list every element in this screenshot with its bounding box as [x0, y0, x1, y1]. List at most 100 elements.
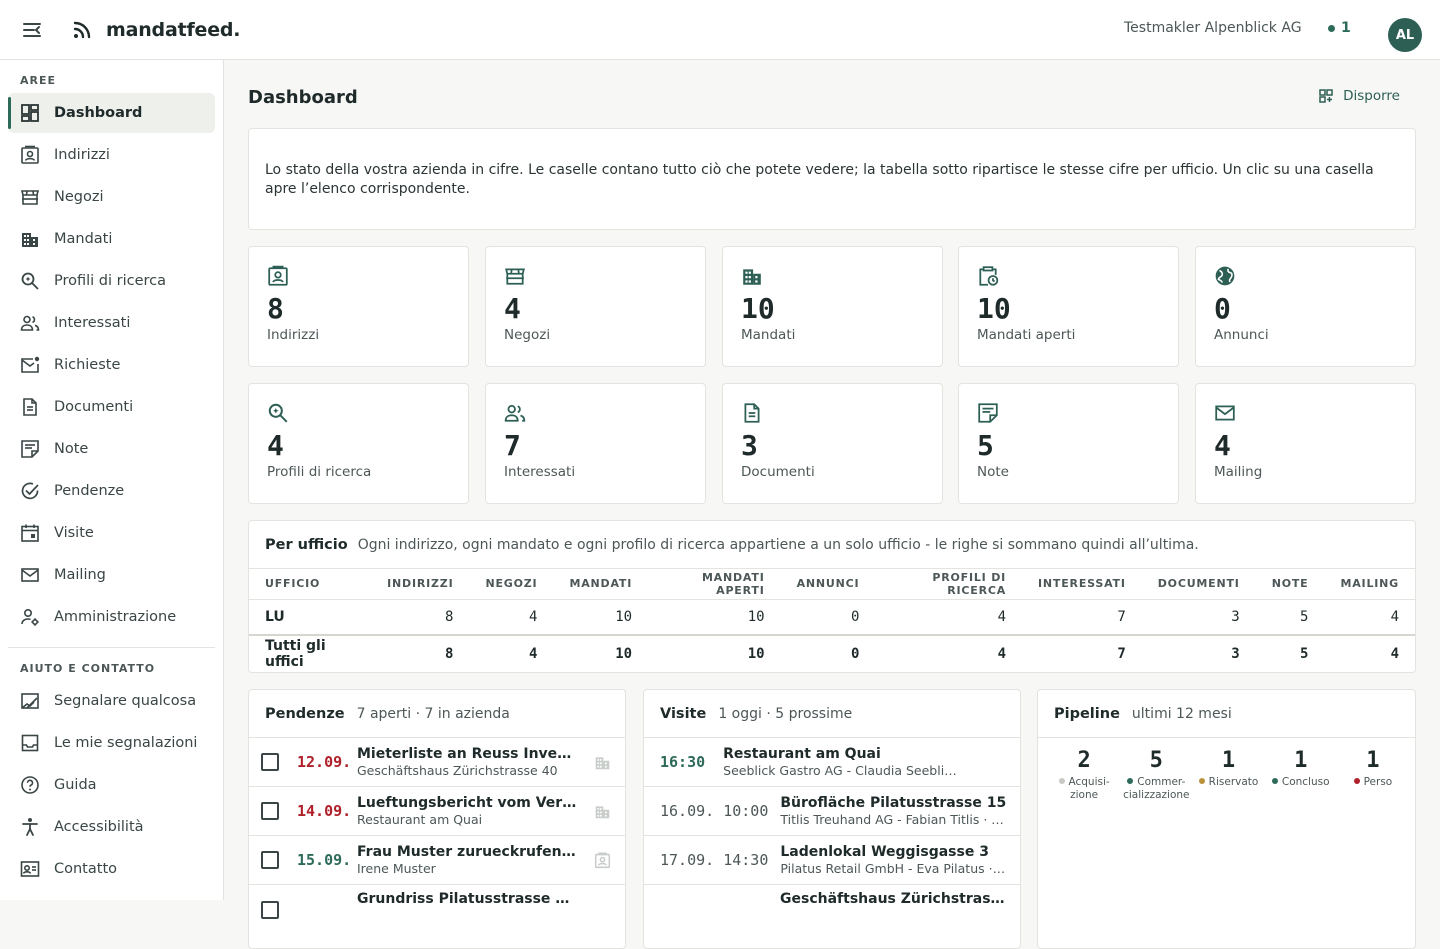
tile-label: Mailing — [1214, 464, 1263, 480]
task-subtitle: Irene Muster — [357, 861, 436, 876]
store-icon — [20, 190, 40, 205]
list-item[interactable]: 16:30 Restaurant am Quai Seeblick Gastro… — [644, 738, 1020, 787]
tile-value: 0 — [1214, 292, 1231, 325]
stage-dot-icon — [1353, 778, 1360, 784]
sidebar-item-richieste[interactable]: Richieste — [8, 345, 215, 385]
sidebar-item-amministrazione[interactable]: Amministrazione — [8, 597, 215, 637]
column-header: PROFILI DI RICERCA — [875, 569, 1023, 600]
tasks-card: Pendenze 7 aperti · 7 in azienda 12.09. … — [248, 689, 626, 949]
page-title: Dashboard — [248, 87, 358, 108]
sidebar-item-accessibilita[interactable]: Accessibilità — [8, 807, 215, 847]
table-cell: 7 — [1022, 599, 1142, 636]
mail-icon — [1215, 405, 1235, 421]
sidebar-item-interessati[interactable]: Interessati — [8, 303, 215, 343]
pipeline-stage[interactable]: 1 Concluso — [1265, 748, 1337, 802]
pipeline-stage[interactable]: 1 Perso — [1337, 748, 1409, 802]
table-cell: Tutti gli uffici — [265, 637, 326, 670]
list-item[interactable]: Geschäftshaus Zürichstrasse 40 — [644, 885, 1020, 934]
sidebar-item-note[interactable]: Note — [8, 429, 215, 469]
sidebar-item-visite[interactable]: Visite — [8, 513, 215, 553]
tile-value: 3 — [741, 429, 758, 462]
tile-interessati[interactable]: 7 Interessati — [485, 383, 706, 504]
task-checkbox[interactable] — [261, 851, 279, 869]
list-item[interactable]: Grundriss Pilatusstrasse mit... — [249, 885, 625, 934]
menu-toggle-button[interactable] — [20, 18, 44, 42]
sidebar-item-le-mie-segnalazioni[interactable]: Le mie segnalazioni — [8, 723, 215, 763]
sidebar-section-help: AIUTO E CONTATTO — [20, 662, 156, 675]
list-item[interactable]: 12.09. Mieterliste an Reuss Investm... G… — [249, 738, 625, 787]
sidebar-item-segnalare[interactable]: Segnalare qualcosa — [8, 681, 215, 721]
pipeline-stage[interactable]: 1 Riservato — [1192, 748, 1264, 802]
avatar[interactable]: AL — [1388, 18, 1422, 52]
visit-title: Restaurant am Quai — [723, 746, 881, 762]
sidebar-item-dashboard[interactable]: Dashboard — [8, 93, 215, 133]
office-subtitle: Ogni indirizzo, ogni mandato e ogni prof… — [357, 536, 1199, 553]
table-cell: 3 — [1231, 645, 1240, 662]
task-checkbox[interactable] — [261, 753, 279, 771]
sidebar-item-profili-di-ricerca[interactable]: Profili di ricerca — [8, 261, 215, 301]
list-item[interactable]: 16.09. 10:00 Bürofläche Pilatusstrasse 1… — [644, 787, 1020, 836]
intro-text: Lo stato della vostra azienda in cifre. … — [265, 162, 1374, 197]
sidebar-item-pendenze[interactable]: Pendenze — [8, 471, 215, 511]
online-users-indicator[interactable]: 1 — [1328, 20, 1351, 36]
rss-feed-icon — [73, 21, 91, 38]
tile-mandati[interactable]: 10 Mandati — [722, 246, 943, 367]
menu-collapse-icon — [23, 22, 41, 37]
tile-mailing[interactable]: 4 Mailing — [1195, 383, 1416, 504]
tile-negozi[interactable]: 4 Negozi — [485, 246, 706, 367]
column-header: DOCUMENTI — [1141, 569, 1256, 600]
pipeline-stage[interactable]: 2 Acquisi-zione — [1048, 748, 1120, 802]
tile-annunci[interactable]: 0 Annunci — [1195, 246, 1416, 367]
tile-indirizzi[interactable]: 8 Indirizzi — [248, 246, 469, 367]
visits-header[interactable]: Visite 1 oggi · 5 prossime — [644, 690, 1020, 738]
sidebar-item-label: Mandati — [54, 231, 113, 247]
sidebar-item-guida[interactable]: Guida — [8, 765, 215, 805]
visit-subtitle: Seeblick Gastro AG - Claudia Seeblick ..… — [723, 763, 964, 778]
globe-icon — [1215, 266, 1235, 286]
tasks-header[interactable]: Pendenze 7 aperti · 7 in azienda — [249, 690, 625, 738]
table-cell: 10 — [648, 599, 781, 636]
office-breakdown-panel: Per ufficio Ogni indirizzo, ogni mandato… — [248, 520, 1416, 673]
pipeline-stage[interactable]: 5 Commer-cializzazione — [1120, 748, 1192, 802]
pipeline-header[interactable]: Pipeline ultimi 12 mesi — [1038, 690, 1415, 738]
stage-dot-icon — [1127, 778, 1134, 784]
list-item[interactable]: 15.09. Frau Muster zurueckrufen - T... I… — [249, 836, 625, 885]
building-icon — [743, 269, 761, 285]
pipeline-title: Pipeline — [1054, 705, 1120, 722]
people-icon — [20, 315, 40, 331]
sidebar-item-mailing[interactable]: Mailing — [8, 555, 215, 595]
stage-label: Riservato — [1208, 776, 1259, 788]
company-name[interactable]: Testmakler Alpenblick AG — [1124, 20, 1302, 36]
column-header: MAILING — [1324, 569, 1415, 600]
inbox-icon — [21, 734, 39, 752]
document-icon — [744, 403, 760, 423]
office-header: Per ufficio Ogni indirizzo, ogni mandato… — [249, 521, 1415, 569]
column-header: NEGOZI — [469, 569, 554, 600]
sidebar-item-indirizzi[interactable]: Indirizzi — [8, 135, 215, 175]
list-item[interactable]: 17.09. 14:30 Ladenlokal Weggisgasse 3 Pi… — [644, 836, 1020, 885]
table-row[interactable]: LU 8 4 10 10 0 4 7 3 5 4 — [249, 599, 1415, 636]
arrange-button[interactable]: Disporre — [1319, 88, 1400, 104]
sidebar-item-negozi[interactable]: Negozi — [8, 177, 215, 217]
visit-time: 17.09. 14:30 — [660, 851, 769, 869]
table-cell: 8 — [371, 599, 470, 636]
brand[interactable]: mandatfeed. — [72, 19, 241, 41]
stage-count: 1 — [1366, 748, 1380, 773]
task-checkbox[interactable] — [261, 900, 279, 919]
task-date: 12.09. — [297, 753, 352, 771]
tile-note[interactable]: 5 Note — [958, 383, 1179, 504]
task-date: 14.09. — [297, 802, 352, 820]
sidebar-item-documenti[interactable]: Documenti — [8, 387, 215, 427]
list-item[interactable]: 14.09. Lueftungsbericht vom Vermie... Re… — [249, 787, 625, 836]
sidebar-item-mandati[interactable]: Mandati — [8, 219, 215, 259]
tile-documenti[interactable]: 3 Documenti — [722, 383, 943, 504]
sidebar-item-contatto[interactable]: Contatto — [8, 849, 215, 889]
sidebar-item-label: Note — [54, 441, 89, 457]
sidebar-item-label: Indirizzi — [54, 147, 110, 163]
column-header: UFFICIO — [249, 569, 372, 600]
tile-profili-di-ricerca[interactable]: 4 Profili di ricerca — [248, 383, 469, 504]
table-cell: 8 — [445, 645, 454, 662]
tile-label: Negozi — [504, 327, 551, 343]
task-checkbox[interactable] — [261, 802, 279, 820]
tile-mandati-aperti[interactable]: 10 Mandati aperti — [958, 246, 1179, 367]
